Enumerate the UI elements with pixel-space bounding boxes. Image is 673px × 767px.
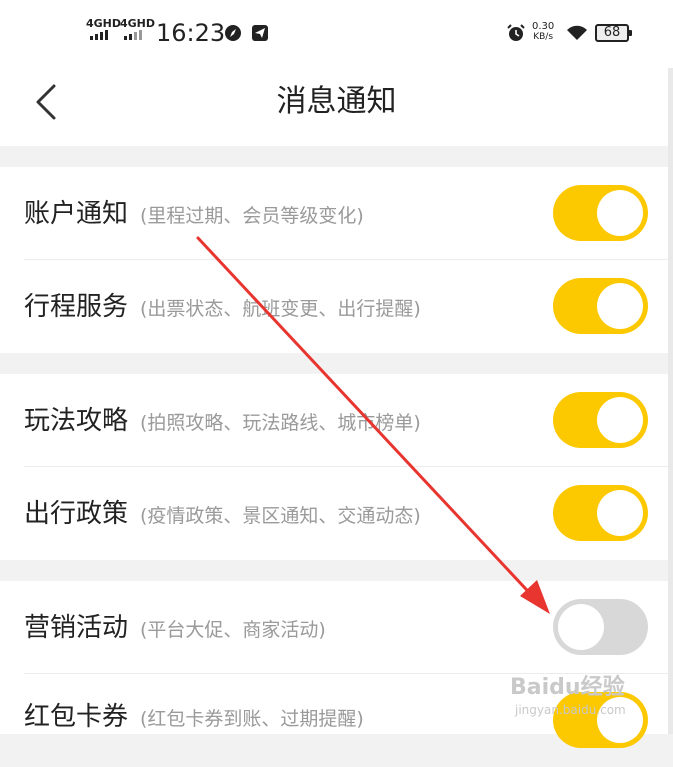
marketing-activity-toggle[interactable] xyxy=(553,599,648,655)
play-guide-toggle[interactable] xyxy=(553,392,648,448)
alarm-icon xyxy=(507,24,525,41)
setting-title: 玩法攻略 xyxy=(24,406,129,436)
baidu-watermark-url: jingyan.baidu.com xyxy=(515,703,626,717)
setting-title: 出行政策 xyxy=(24,499,129,529)
setting-description: (疫情政策、景区通知、交通动态) xyxy=(140,505,421,527)
setting-row-guide: 玩法攻略 (拍照攻略、玩法路线、城市榜单) xyxy=(0,374,668,467)
setting-description: (出票状态、航班变更、出行提醒) xyxy=(140,298,421,320)
sim2-signal-icon xyxy=(124,30,142,40)
wifi-icon xyxy=(567,25,587,40)
status-time: 16:23 xyxy=(156,19,226,47)
compass-icon xyxy=(225,25,241,41)
setting-title: 账户通知 xyxy=(24,199,129,229)
page-title: 消息通知 xyxy=(276,84,397,119)
network-speed-value: 0.30 xyxy=(532,21,555,32)
settings-group-2: 玩法攻略 (拍照攻略、玩法路线、城市榜单) 出行政策 (疫情政策、景区通知、交通… xyxy=(0,374,668,560)
network-speed-unit: KB/s xyxy=(533,32,554,42)
scroll-edge xyxy=(668,68,673,734)
setting-title: 行程服务 xyxy=(24,292,129,322)
sim1-network-label: 4GHD xyxy=(86,17,122,30)
setting-description: (里程过期、会员等级变化) xyxy=(140,205,364,227)
setting-row-account: 账户通知 (里程过期、会员等级变化) xyxy=(0,167,668,260)
baidu-watermark-logo: Baidu经验 xyxy=(510,675,625,700)
setting-row-marketing: 营销活动 (平台大促、商家活动) xyxy=(0,581,668,674)
sim2-network-label: 4GHD xyxy=(120,17,156,30)
setting-title: 营销活动 xyxy=(24,613,129,643)
account-notification-toggle[interactable] xyxy=(553,185,648,241)
travel-policy-toggle[interactable] xyxy=(553,485,648,541)
trip-service-toggle[interactable] xyxy=(553,278,648,334)
battery-icon: 68 xyxy=(595,24,632,42)
setting-description: (红包卡券到账、过期提醒) xyxy=(140,708,364,730)
status-bar: 4GHD 4GHD 16:23 0.30 KB/s 68 xyxy=(0,0,673,68)
telegram-icon xyxy=(252,25,268,41)
nav-header: 消息通知 xyxy=(0,68,673,146)
setting-description: (拍照攻略、玩法路线、城市榜单) xyxy=(140,412,421,434)
sim1-signal-icon xyxy=(90,30,108,40)
setting-row-trip: 行程服务 (出票状态、航班变更、出行提醒) xyxy=(0,260,668,353)
setting-description: (平台大促、商家活动) xyxy=(140,619,326,641)
settings-group-1: 账户通知 (里程过期、会员等级变化) 行程服务 (出票状态、航班变更、出行提醒) xyxy=(0,167,668,353)
setting-title: 红包卡券 xyxy=(24,702,129,732)
battery-level: 68 xyxy=(603,25,621,40)
network-speed: 0.30 KB/s xyxy=(532,21,555,43)
setting-row-policy: 出行政策 (疫情政策、景区通知、交通动态) xyxy=(0,467,668,560)
